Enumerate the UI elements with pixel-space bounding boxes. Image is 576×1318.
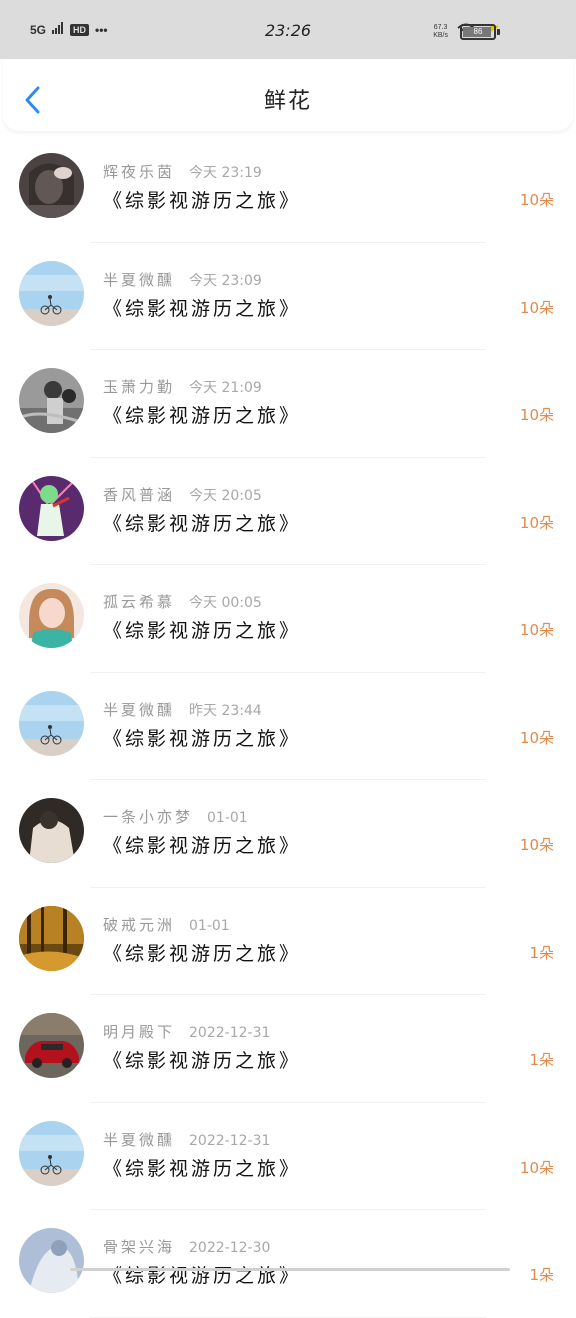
gift-meta: 辉夜乐茵 今天 23:19 bbox=[103, 161, 262, 182]
gift-time: 2022-12-31 bbox=[189, 1132, 271, 1149]
scroll-indicator bbox=[70, 1268, 510, 1271]
user-name[interactable]: 香风普涵 bbox=[103, 486, 175, 504]
book-title[interactable]: 《综影视游历之旅》 bbox=[103, 1154, 301, 1181]
avatar[interactable] bbox=[19, 905, 84, 971]
book-title[interactable]: 《综影视游历之旅》 bbox=[103, 831, 301, 858]
avatar[interactable] bbox=[19, 368, 84, 433]
list-item[interactable]: 明月殿下 2022-12-31 《综影视游历之旅》 1朵 bbox=[0, 995, 576, 1103]
flower-count: 10朵 bbox=[519, 191, 554, 209]
speed-unit: KB/s bbox=[433, 32, 448, 39]
divider bbox=[90, 1316, 486, 1318]
user-name[interactable]: 骨架兴海 bbox=[103, 1238, 175, 1256]
book-title[interactable]: 《综影视游历之旅》 bbox=[103, 186, 301, 213]
flower-count: 1朵 bbox=[529, 1266, 554, 1284]
avatar[interactable] bbox=[19, 583, 84, 648]
gift-meta: 明月殿下 2022-12-31 bbox=[103, 1021, 270, 1042]
flower-count: 10朵 bbox=[519, 406, 554, 424]
user-name[interactable]: 半夏微醺 bbox=[103, 701, 175, 719]
book-title[interactable]: 《综影视游历之旅》 bbox=[103, 616, 301, 643]
flower-count: 10朵 bbox=[519, 513, 554, 532]
book-title[interactable]: 《综影视游历之旅》 bbox=[103, 509, 301, 536]
list-item[interactable]: 辉夜乐茵 今天 23:19 《综影视游历之旅》 10朵 bbox=[0, 135, 576, 243]
avatar[interactable] bbox=[19, 1228, 84, 1293]
flower-gift-list: 辉夜乐茵 今天 23:19 《综影视游历之旅》 10朵 半夏微醺 今天 23:09 《综影视… bbox=[0, 135, 576, 1318]
battery-tip bbox=[497, 29, 500, 35]
book-title[interactable]: 《综影视游历之旅》 bbox=[103, 401, 301, 428]
gift-meta: 破戒元洲 01-01 bbox=[103, 914, 230, 935]
list-item[interactable]: 半夏微醺 昨天 23:44 《综影视游历之旅》 10朵 bbox=[0, 673, 576, 780]
gift-time: 今天 20:05 bbox=[189, 487, 262, 504]
user-name[interactable]: 破戒元洲 bbox=[103, 916, 175, 934]
gift-time: 01-01 bbox=[189, 917, 230, 934]
user-name[interactable]: 半夏微醺 bbox=[103, 271, 175, 289]
avatar[interactable] bbox=[19, 798, 84, 863]
user-name[interactable]: 一条小亦梦 bbox=[103, 808, 193, 826]
gift-time: 01-01 bbox=[207, 810, 248, 826]
user-name[interactable]: 半夏微醺 bbox=[103, 1131, 175, 1149]
list-item[interactable]: 孤云希慕 今天 00:05 《综影视游历之旅》 10朵 bbox=[0, 565, 576, 673]
network-speed: 67.3 KB/s bbox=[433, 24, 448, 40]
list-item[interactable]: 玉萧力勤 今天 21:09 《综影视游历之旅》 10朵 bbox=[0, 350, 576, 458]
flower-count: 10朵 bbox=[519, 1158, 554, 1177]
flower-count: 10朵 bbox=[519, 621, 554, 639]
book-title[interactable]: 《综影视游历之旅》 bbox=[103, 1261, 301, 1288]
list-item[interactable]: 一条小亦梦 01-01 《综影视游历之旅》 10朵 bbox=[0, 780, 576, 888]
user-name[interactable]: 孤云希慕 bbox=[103, 593, 175, 611]
list-item[interactable]: 半夏微醺 今天 23:09 《综影视游历之旅》 10朵 bbox=[0, 243, 576, 350]
flower-count: 10朵 bbox=[519, 836, 554, 854]
gift-time: 昨天 23:44 bbox=[189, 702, 262, 719]
user-name[interactable]: 辉夜乐茵 bbox=[103, 163, 175, 181]
battery-icon: 86 bbox=[460, 24, 496, 40]
gift-meta: 半夏微醺 今天 23:09 bbox=[103, 269, 262, 290]
gift-time: 2022-12-31 bbox=[189, 1025, 271, 1041]
gift-time: 2022-12-30 bbox=[189, 1240, 271, 1256]
book-title[interactable]: 《综影视游历之旅》 bbox=[103, 1046, 301, 1073]
gift-time: 今天 00:05 bbox=[189, 595, 262, 611]
gift-meta: 半夏微醺 2022-12-31 bbox=[103, 1129, 270, 1150]
gift-time: 今天 23:19 bbox=[189, 165, 262, 181]
avatar[interactable] bbox=[19, 1120, 84, 1186]
status-bar: 5G HD ••• 23:26 67.3 KB/s 86 bbox=[0, 0, 576, 59]
avatar[interactable] bbox=[19, 475, 84, 541]
user-name[interactable]: 明月殿下 bbox=[103, 1023, 175, 1041]
gift-meta: 香风普涵 今天 20:05 bbox=[103, 484, 262, 505]
book-title[interactable]: 《综影视游历之旅》 bbox=[103, 724, 301, 751]
flower-count: 1朵 bbox=[529, 1051, 554, 1069]
book-title[interactable]: 《综影视游历之旅》 bbox=[103, 939, 301, 966]
flower-count: 1朵 bbox=[529, 943, 554, 962]
flower-count: 10朵 bbox=[519, 298, 554, 317]
flower-count: 10朵 bbox=[519, 728, 554, 747]
list-item[interactable]: 半夏微醺 2022-12-31 《综影视游历之旅》 10朵 bbox=[0, 1103, 576, 1210]
list-item[interactable]: 骨架兴海 2022-12-30 《综影视游历之旅》 1朵 bbox=[0, 1210, 576, 1318]
gift-meta: 半夏微醺 昨天 23:44 bbox=[103, 699, 262, 720]
book-title[interactable]: 《综影视游历之旅》 bbox=[103, 294, 301, 321]
avatar[interactable] bbox=[19, 1013, 84, 1078]
gift-meta: 孤云希慕 今天 00:05 bbox=[103, 591, 262, 612]
avatar[interactable] bbox=[19, 153, 84, 218]
gift-meta: 一条小亦梦 01-01 bbox=[103, 806, 248, 827]
gift-time: 今天 23:09 bbox=[189, 272, 262, 289]
gift-meta: 玉萧力勤 今天 21:09 bbox=[103, 376, 262, 397]
user-name[interactable]: 玉萧力勤 bbox=[103, 378, 175, 396]
gift-meta: 骨架兴海 2022-12-30 bbox=[103, 1236, 270, 1257]
battery-level: 86 bbox=[473, 27, 483, 36]
app-header: 鲜花 bbox=[3, 59, 573, 131]
avatar[interactable] bbox=[19, 690, 84, 756]
gift-time: 今天 21:09 bbox=[189, 380, 262, 396]
list-item[interactable]: 香风普涵 今天 20:05 《综影视游历之旅》 10朵 bbox=[0, 458, 576, 565]
avatar[interactable] bbox=[19, 260, 84, 326]
list-item[interactable]: 破戒元洲 01-01 《综影视游历之旅》 1朵 bbox=[0, 888, 576, 995]
page-title: 鲜花 bbox=[263, 89, 312, 114]
speed-value: 67.3 bbox=[433, 24, 448, 31]
